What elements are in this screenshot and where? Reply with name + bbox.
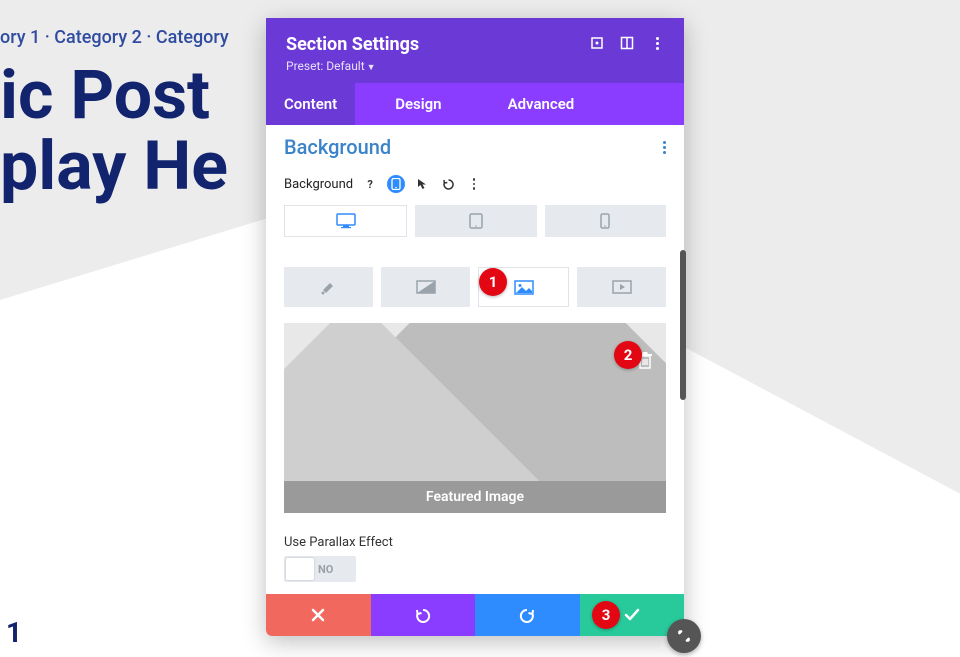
post-title: ic Post play He — [0, 60, 228, 203]
bg-type-gradient[interactable] — [381, 267, 470, 307]
background-field-label-row: Background ? — [284, 175, 666, 193]
background-type-tabs — [284, 267, 666, 307]
section-settings-panel: Section Settings Preset: Default▼ Conten… — [266, 18, 684, 636]
more-vertical-icon — [656, 37, 659, 50]
caret-down-icon: ▼ — [367, 63, 376, 73]
undo-button[interactable] — [371, 594, 476, 636]
tab-advanced[interactable]: Advanced — [490, 83, 593, 125]
field-more-icon[interactable] — [465, 175, 483, 193]
tab-content[interactable]: Content — [266, 83, 355, 125]
callout-3: 3 — [592, 601, 620, 629]
background-image-preview[interactable]: Featured Image — [284, 323, 666, 513]
header-icons — [590, 34, 664, 50]
callout-2: 2 — [614, 341, 642, 369]
preset-selector[interactable]: Preset: Default▼ — [286, 59, 590, 73]
post-meta-categories: ory 1 · Category 2 · Category — [0, 27, 229, 48]
image-caption: Featured Image — [284, 481, 666, 513]
close-button[interactable] — [266, 594, 371, 636]
toggle-no-label: NO — [318, 563, 333, 576]
panel-title: Section Settings — [286, 34, 590, 55]
more-vertical-icon — [663, 141, 666, 154]
tab-design[interactable]: Design — [377, 83, 459, 125]
section-more-icon[interactable] — [663, 141, 666, 154]
help-icon[interactable]: ? — [361, 175, 379, 193]
device-desktop-button[interactable] — [284, 205, 407, 237]
redo-button[interactable] — [475, 594, 580, 636]
more-vertical-icon — [473, 178, 476, 190]
reset-icon[interactable] — [439, 175, 457, 193]
parallax-label: Use Parallax Effect — [284, 535, 666, 550]
snap-icon[interactable] — [620, 36, 634, 50]
panel-header: Section Settings Preset: Default▼ — [266, 18, 684, 83]
device-phone-button[interactable] — [545, 205, 666, 237]
scrollbar[interactable] — [680, 250, 686, 400]
panel-more-icon[interactable] — [650, 36, 664, 50]
hover-icon[interactable] — [413, 175, 431, 193]
background-field-label: Background — [284, 177, 353, 192]
toggle-knob — [286, 558, 314, 580]
panel-tabs: Content Design Advanced — [266, 83, 684, 125]
post-title-line2: play He — [0, 126, 228, 206]
parallax-toggle[interactable]: NO — [284, 556, 356, 582]
bg-type-video[interactable] — [577, 267, 666, 307]
preset-label: Preset: Default — [286, 59, 365, 73]
heading-1: 1 — [6, 616, 22, 649]
phone-responsive-icon[interactable] — [387, 175, 405, 193]
panel-header-titles: Section Settings Preset: Default▼ — [286, 34, 590, 73]
section-title-background[interactable]: Background — [284, 135, 391, 159]
post-title-line1: ic Post — [0, 55, 210, 135]
resize-handle[interactable] — [667, 619, 701, 653]
bg-type-color[interactable] — [284, 267, 373, 307]
device-tablet-button[interactable] — [415, 205, 536, 237]
panel-footer — [266, 594, 684, 636]
callout-1: 1 — [479, 268, 507, 296]
section-title-row: Background — [284, 135, 666, 159]
expand-icon[interactable] — [590, 36, 604, 50]
responsive-device-segment — [284, 205, 666, 237]
